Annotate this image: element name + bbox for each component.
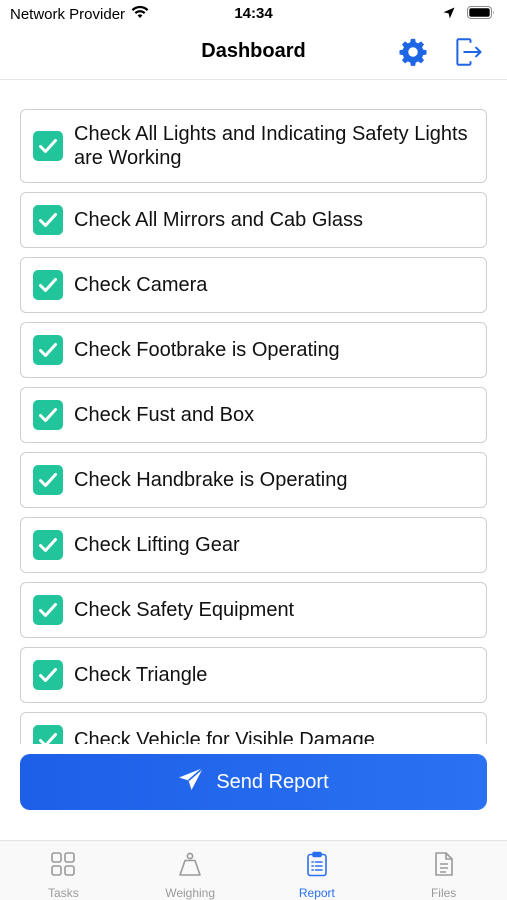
tab-tasks-label: Tasks (48, 886, 79, 900)
checklist-item-label: Check Lifting Gear (74, 534, 240, 556)
tab-files[interactable]: Files (380, 841, 507, 900)
checkbox-checked-icon[interactable] (33, 205, 63, 235)
checkbox-checked-icon[interactable] (33, 335, 63, 365)
checkbox-checked-icon[interactable] (33, 530, 63, 560)
file-icon (431, 851, 457, 882)
weight-icon (177, 851, 203, 882)
checkbox-checked-icon[interactable] (33, 400, 63, 430)
checklist-item-label: Check All Mirrors and Cab Glass (74, 209, 363, 231)
checklist-item[interactable]: Check Triangle (20, 647, 487, 703)
checkbox-checked-icon[interactable] (33, 270, 63, 300)
checklist-item[interactable]: Check Camera (20, 257, 487, 313)
checklist-item-label: Check Vehicle for Visible Damage (74, 729, 375, 744)
tab-weighing-label: Weighing (165, 886, 216, 900)
tab-report[interactable]: Report (254, 841, 381, 900)
nav-bar: Dashboard (0, 28, 507, 80)
checklist-item[interactable]: Check Fust and Box (20, 387, 487, 443)
clock: 14:34 (234, 5, 273, 22)
tab-tasks[interactable]: Tasks (0, 841, 127, 900)
checklist-item[interactable]: Check Lifting Gear (20, 517, 487, 573)
logout-icon (453, 37, 483, 72)
paper-plane-icon (178, 767, 204, 797)
status-bar: Network Provider 14:34 (0, 0, 507, 28)
checklist-item[interactable]: Check All Mirrors and Cab Glass (20, 192, 487, 248)
checkbox-checked-icon[interactable] (33, 465, 63, 495)
gear-icon (398, 37, 428, 72)
grid-icon (50, 851, 76, 882)
status-icons (443, 6, 495, 24)
battery-icon (467, 6, 495, 24)
checklist-item-label: Check Camera (74, 274, 208, 296)
checklist-item-label: Check Footbrake is Operating (74, 339, 340, 361)
clipboard-icon (304, 851, 330, 882)
checkbox-checked-icon[interactable] (33, 725, 63, 744)
checklist-item-label: Check All Lights and Indicating Safety L… (74, 123, 468, 169)
tab-bar: Tasks Weighing Report Files (0, 840, 507, 900)
checklist[interactable]: Check All Lights and Indicating Safety L… (0, 80, 507, 744)
checklist-item[interactable]: Check All Lights and Indicating Safety L… (20, 109, 487, 183)
checkbox-checked-icon[interactable] (33, 660, 63, 690)
checklist-item[interactable]: Check Handbrake is Operating (20, 452, 487, 508)
checklist-item-label: Check Triangle (74, 664, 208, 686)
location-arrow-icon (443, 6, 455, 24)
send-report-label: Send Report (216, 770, 329, 793)
checkbox-checked-icon[interactable] (33, 131, 63, 161)
checklist-item[interactable]: Check Safety Equipment (20, 582, 487, 638)
checklist-item[interactable]: Check Footbrake is Operating (20, 322, 487, 378)
checkbox-checked-icon[interactable] (33, 595, 63, 625)
logout-button[interactable] (450, 36, 486, 72)
checklist-item-label: Check Handbrake is Operating (74, 469, 348, 491)
tab-weighing[interactable]: Weighing (127, 841, 254, 900)
settings-button[interactable] (395, 36, 431, 72)
checklist-item[interactable]: Check Vehicle for Visible Damage (20, 712, 487, 744)
checklist-item-label: Check Safety Equipment (74, 599, 295, 621)
tab-files-label: Files (430, 886, 457, 900)
checklist-item-label: Check Fust and Box (74, 404, 255, 426)
send-report-button[interactable]: Send Report (20, 754, 487, 810)
tab-report-label: Report (298, 886, 335, 900)
